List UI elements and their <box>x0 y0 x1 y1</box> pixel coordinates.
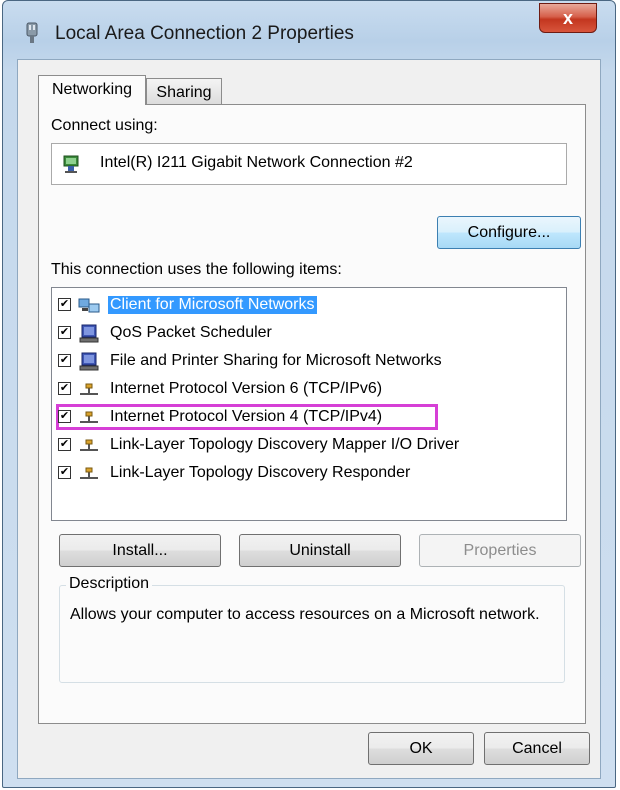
cancel-button[interactable]: Cancel <box>484 732 590 765</box>
checkbox-ipv4[interactable]: ✔ <box>58 410 71 423</box>
network-plug-icon <box>26 22 38 43</box>
list-item-ipv6[interactable]: ✔ Internet Protocol Version 6 (TCP/IPv6) <box>58 378 558 402</box>
tab-sharing[interactable]: Sharing <box>146 78 222 104</box>
protocol-icon <box>80 411 98 423</box>
protocol-icon <box>80 467 98 479</box>
checkbox-qos[interactable]: ✔ <box>58 326 71 339</box>
close-button[interactable]: x <box>539 3 597 33</box>
window-title: Local Area Connection 2 Properties <box>55 23 354 44</box>
adapter-name: Intel(R) I211 Gigabit Network Connection… <box>100 154 413 171</box>
dialog-client-area: Networking Sharing Connect using: Intel(… <box>17 59 601 779</box>
properties-dialog: Local Area Connection 2 Properties x Net… <box>2 0 616 788</box>
item-label-client: Client for Microsoft Networks <box>108 296 317 314</box>
list-item-ipv4[interactable]: ✔ Internet Protocol Version 4 (TCP/IPv4) <box>56 404 558 430</box>
checkbox-lltd-responder[interactable]: ✔ <box>58 466 71 479</box>
list-item-lltd-mapper[interactable]: ✔ Link-Layer Topology Discovery Mapper I… <box>58 434 558 458</box>
service-computer-icon <box>79 324 99 343</box>
service-computer-icon <box>79 352 99 371</box>
protocol-icon <box>80 383 98 395</box>
item-label-ipv6: Internet Protocol Version 6 (TCP/IPv6) <box>110 380 383 397</box>
properties-button[interactable]: Properties <box>419 534 581 567</box>
install-button[interactable]: Install... <box>59 534 221 567</box>
adapter-field: Intel(R) I211 Gigabit Network Connection… <box>51 143 567 185</box>
list-item-qos[interactable]: ✔ QoS Packet Scheduler <box>58 322 558 346</box>
connect-using-label: Connect using: <box>51 117 158 134</box>
list-item-client[interactable]: ✔ Client for Microsoft Networks <box>58 294 558 318</box>
items-list[interactable]: ✔ Client for Microsoft Networks ✔ QoS Pa… <box>51 287 567 521</box>
protocol-icon <box>80 439 98 451</box>
item-label-qos: QoS Packet Scheduler <box>110 324 272 341</box>
networking-panel: Connect using: Intel(R) I211 Gigabit Net… <box>38 104 586 724</box>
checkbox-lltd-mapper[interactable]: ✔ <box>58 438 71 451</box>
checkbox-client[interactable]: ✔ <box>58 298 71 311</box>
item-label-file-printer: File and Printer Sharing for Microsoft N… <box>110 352 442 369</box>
network-adapter-icon <box>63 155 79 173</box>
description-legend: Description <box>66 575 153 593</box>
checkbox-file-printer[interactable]: ✔ <box>58 354 71 367</box>
tab-networking[interactable]: Networking <box>38 75 146 105</box>
uninstall-button[interactable]: Uninstall <box>239 534 401 567</box>
list-item-lltd-responder[interactable]: ✔ Link-Layer Topology Discovery Responde… <box>58 462 558 486</box>
description-group: Description Allows your computer to acce… <box>59 575 565 683</box>
client-network-icon <box>78 298 100 313</box>
close-icon: x <box>562 7 573 28</box>
checkbox-ipv6[interactable]: ✔ <box>58 382 71 395</box>
item-label-lltd-mapper: Link-Layer Topology Discovery Mapper I/O… <box>110 436 460 453</box>
ok-button[interactable]: OK <box>368 732 474 765</box>
title-bar[interactable]: Local Area Connection 2 Properties x <box>3 1 615 59</box>
item-label-ipv4: Internet Protocol Version 4 (TCP/IPv4) <box>110 408 383 425</box>
item-label-lltd-responder: Link-Layer Topology Discovery Responder <box>110 464 411 481</box>
configure-button[interactable]: Configure... <box>437 216 581 249</box>
items-label: This connection uses the following items… <box>51 261 342 278</box>
list-item-file-printer[interactable]: ✔ File and Printer Sharing for Microsoft… <box>58 350 558 374</box>
description-text: Allows your computer to access resources… <box>70 606 540 623</box>
